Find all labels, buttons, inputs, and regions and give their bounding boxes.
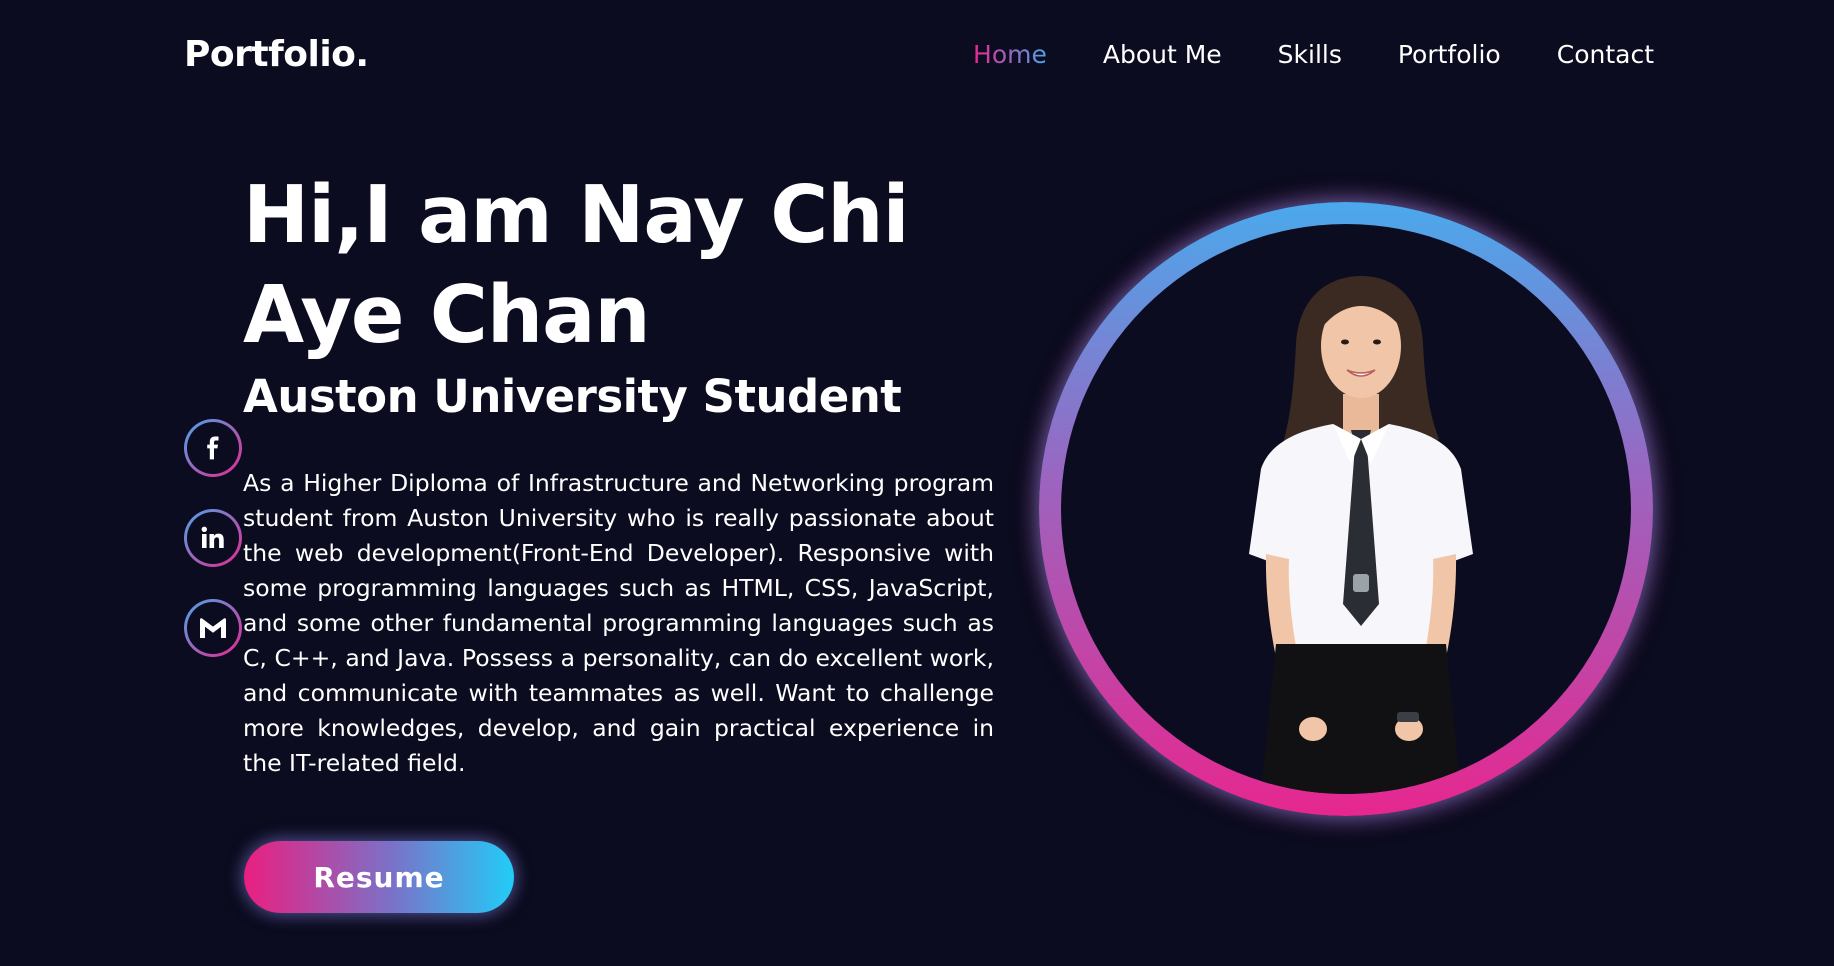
nav-portfolio[interactable]: Portfolio xyxy=(1398,40,1501,69)
main-nav: Home About Me Skills Portfolio Contact xyxy=(917,40,1654,69)
nav-home[interactable]: Home xyxy=(973,40,1047,69)
gmail-icon xyxy=(187,602,239,654)
facebook-link[interactable] xyxy=(184,419,242,477)
profile-photo xyxy=(1061,224,1631,794)
nav-contact[interactable]: Contact xyxy=(1557,40,1654,69)
resume-button[interactable]: Resume xyxy=(244,841,514,913)
gmail-link[interactable] xyxy=(184,599,242,657)
linkedin-link[interactable] xyxy=(184,509,242,567)
linkedin-icon xyxy=(187,512,239,564)
site-logo[interactable]: Portfolio. xyxy=(184,34,369,75)
nav-skills[interactable]: Skills xyxy=(1278,40,1342,69)
hero-title: Hi,I am Nay Chi Aye Chan xyxy=(243,169,910,361)
hero-description: As a Higher Diploma of Infrastructure an… xyxy=(243,469,994,777)
nav-about-me[interactable]: About Me xyxy=(1103,40,1222,69)
facebook-icon xyxy=(187,422,239,474)
hero-subtitle: Auston University Student xyxy=(243,370,902,423)
profile-photo-frame xyxy=(1039,202,1653,816)
portfolio-page: Portfolio. Home About Me Skills Portfoli… xyxy=(0,0,1834,966)
